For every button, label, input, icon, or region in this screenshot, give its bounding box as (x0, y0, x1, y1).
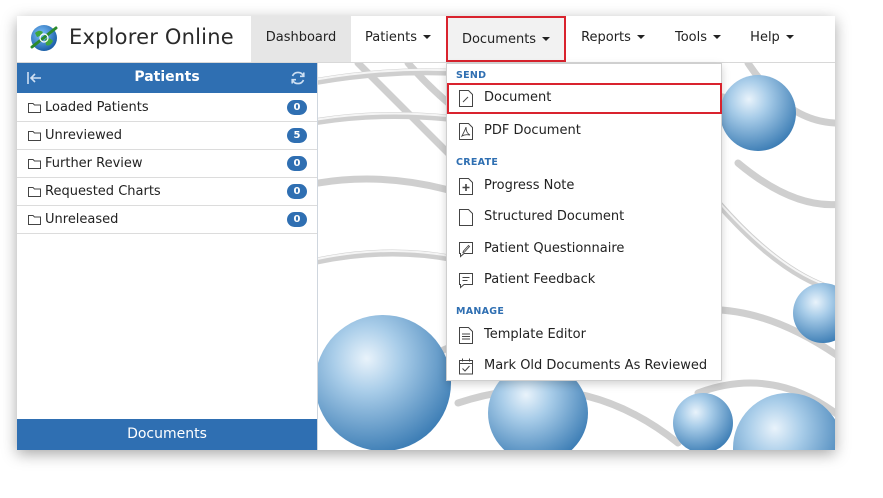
menu-item-label: Document (484, 90, 552, 105)
folder-further-review[interactable]: Further Review 0 (17, 150, 317, 178)
chevron-down-icon (423, 34, 432, 39)
template-editor-icon (459, 327, 473, 344)
app-title: Explorer Online (69, 25, 234, 49)
nav-help-label: Help (750, 30, 780, 45)
nav-help[interactable]: Help (736, 16, 808, 62)
folder-label: Unreviewed (45, 128, 122, 143)
progress-note-icon (459, 178, 473, 195)
folder-requested-charts[interactable]: Requested Charts 0 (17, 178, 317, 206)
documents-panel-tab[interactable]: Documents (17, 419, 317, 450)
menu-item-patient-questionnaire[interactable]: Patient Questionnaire (447, 234, 721, 265)
nav-tools-label: Tools (674, 30, 708, 45)
folder-label: Further Review (45, 156, 143, 171)
feedback-icon (459, 273, 473, 289)
folder-unreleased[interactable]: Unreleased 0 (17, 206, 317, 234)
section-header-send: SEND (456, 70, 487, 81)
patients-panel-title: Patients (134, 69, 200, 85)
folder-label: Requested Charts (45, 184, 161, 199)
questionnaire-icon (459, 242, 473, 258)
menu-item-label: PDF Document (484, 123, 581, 138)
count-badge: 5 (287, 128, 307, 143)
menu-item-label: Patient Feedback (484, 272, 596, 287)
menu-item-mark-old-documents-reviewed[interactable]: Mark Old Documents As Reviewed (447, 351, 721, 382)
nav-patients-label: Patients (364, 30, 418, 45)
menu-item-progress-note[interactable]: Progress Note (447, 171, 721, 202)
nav-documents[interactable]: Documents (446, 16, 566, 62)
folder-icon (28, 187, 41, 197)
nav-dashboard[interactable]: Dashboard (251, 16, 351, 62)
menu-item-label: Mark Old Documents As Reviewed (484, 358, 708, 373)
folder-icon (28, 131, 41, 141)
section-header-create: CREATE (456, 157, 499, 168)
folder-label: Unreleased (45, 212, 119, 227)
folder-icon (28, 215, 41, 225)
chevron-down-icon (785, 34, 794, 39)
chevron-down-icon (542, 36, 551, 41)
refresh-icon[interactable] (289, 69, 307, 87)
menu-item-label: Progress Note (484, 178, 575, 193)
count-badge: 0 (287, 212, 307, 227)
patients-panel: Patients Loaded Patients 0 Unreviewed 5 (17, 63, 318, 450)
menu-item-template-editor[interactable]: Template Editor (447, 320, 721, 351)
documents-dropdown-menu: SEND Document PDF Document CREATE Progre… (446, 63, 722, 381)
menu-item-pdf-document[interactable]: PDF Document (447, 116, 721, 147)
folder-loaded-patients[interactable]: Loaded Patients 0 (17, 94, 317, 122)
globe-logo-icon (30, 25, 58, 51)
menu-item-patient-feedback[interactable]: Patient Feedback (447, 265, 721, 296)
nav-reports[interactable]: Reports (566, 16, 660, 62)
nav-dashboard-label: Dashboard (265, 30, 337, 45)
count-badge: 0 (287, 100, 307, 115)
nav-documents-label: Documents (461, 32, 537, 47)
count-badge: 0 (287, 156, 307, 171)
nav-patients[interactable]: Patients (351, 16, 445, 62)
section-header-manage: MANAGE (456, 306, 505, 317)
menu-item-structured-document[interactable]: Structured Document (447, 202, 721, 233)
folder-icon (28, 103, 41, 113)
menu-item-document[interactable]: Document (447, 83, 722, 114)
menu-item-label: Template Editor (484, 327, 586, 342)
app-window: Explorer Online Dashboard Patients Docum… (17, 16, 835, 450)
folder-unreviewed[interactable]: Unreviewed 5 (17, 122, 317, 150)
menu-item-label: Structured Document (484, 209, 625, 224)
structured-document-icon (459, 209, 473, 226)
count-badge: 0 (287, 184, 307, 199)
nav-tools[interactable]: Tools (660, 16, 736, 62)
folder-label: Loaded Patients (45, 100, 149, 115)
pdf-document-icon (459, 123, 473, 140)
chevron-down-icon (636, 34, 645, 39)
top-navbar: Explorer Online Dashboard Patients Docum… (17, 16, 835, 63)
patients-panel-header: Patients (17, 63, 317, 93)
menu-item-label: Patient Questionnaire (484, 241, 625, 256)
calendar-check-icon (459, 358, 473, 375)
chevron-down-icon (713, 34, 722, 39)
nav-reports-label: Reports (581, 30, 631, 45)
folder-icon (28, 159, 41, 169)
document-icon (459, 90, 473, 107)
